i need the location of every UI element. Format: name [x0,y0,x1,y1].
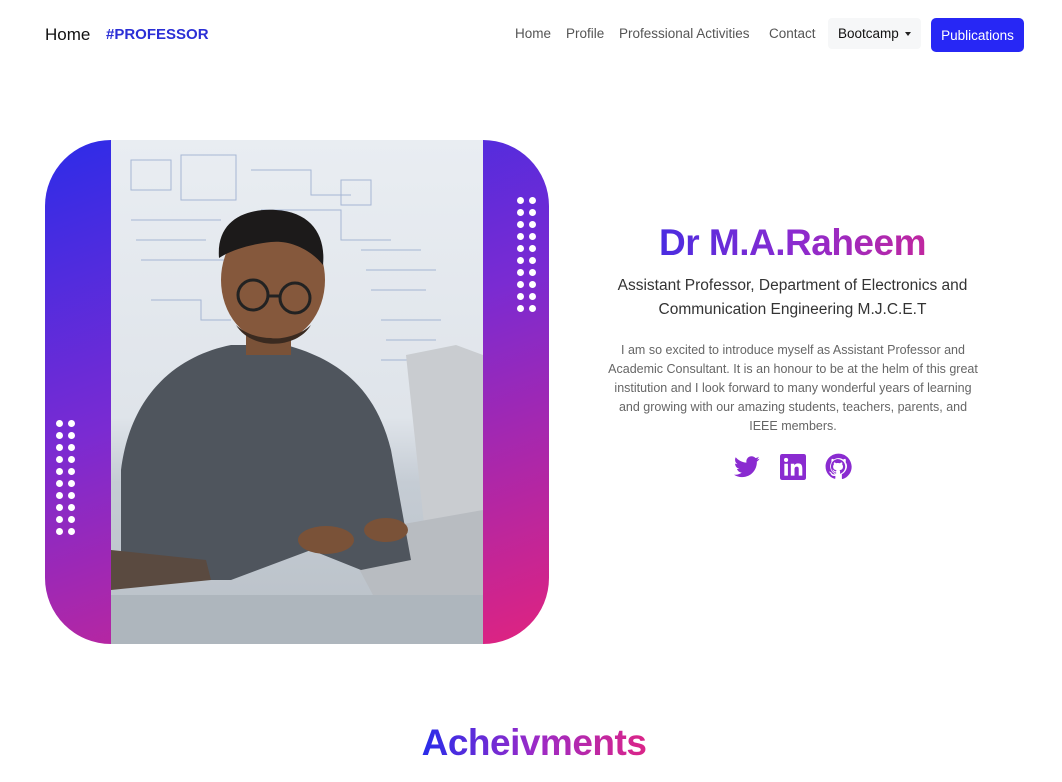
linkedin-icon[interactable] [779,453,806,480]
github-icon[interactable] [825,453,852,480]
portrait-photo [111,140,483,644]
caret-down-icon [904,31,911,36]
navbar: Home #PROFESSOR Home Profile Professiona… [0,0,1062,70]
twitter-icon[interactable] [733,453,760,480]
nav-contact-link[interactable]: Contact [769,26,816,41]
bootcamp-dropdown[interactable]: Bootcamp [828,18,921,49]
profile-name: Dr M.A.Raheem [600,222,985,264]
brand-home-link[interactable]: Home [45,25,90,45]
person-figure [111,209,483,644]
decorative-dots-left [56,420,75,535]
nav-profile-link[interactable]: Profile [566,26,604,41]
nav-professional-activities-link[interactable]: Professional Activities [619,26,750,41]
bootcamp-dropdown-label: Bootcamp [838,26,899,41]
brand-tag: #PROFESSOR [106,26,209,43]
social-links [733,453,852,480]
decorative-dots-right [517,197,536,312]
publications-button[interactable]: Publications [931,18,1024,52]
profile-bio: I am so excited to introduce myself as A… [608,343,978,433]
nav-home-link[interactable]: Home [515,26,551,41]
profile-title: Assistant Professor, Department of Elect… [617,277,968,318]
achievements-heading: Acheivments [0,722,1062,764]
hero-image-frame [45,140,549,644]
